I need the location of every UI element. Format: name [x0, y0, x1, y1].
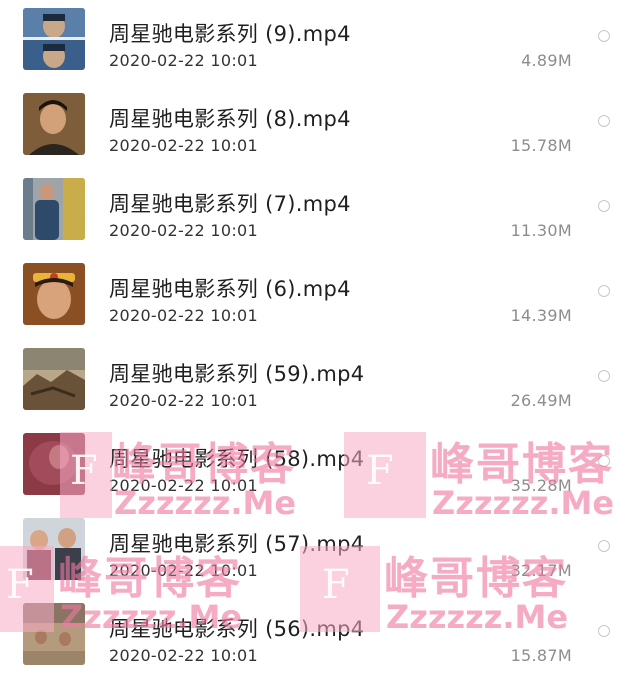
thumbnail-ruins-landscape-icon [23, 348, 85, 410]
file-name: 周星驰电影系列 (57).mp4 [109, 532, 365, 556]
select-radio[interactable] [598, 285, 610, 297]
file-name: 周星驰电影系列 (56).mp4 [109, 617, 365, 641]
select-radio[interactable] [598, 370, 610, 382]
file-size: 14.39M [510, 306, 572, 325]
file-name: 周星驰电影系列 (8).mp4 [109, 107, 351, 131]
file-name: 周星驰电影系列 (7).mp4 [109, 192, 351, 216]
video-thumbnail [23, 603, 85, 665]
select-radio[interactable] [598, 455, 610, 467]
file-size: 35.28M [510, 476, 572, 495]
file-date: 2020-02-22 10:01 [109, 51, 258, 70]
file-date: 2020-02-22 10:01 [109, 391, 258, 410]
file-row[interactable]: 周星驰电影系列 (56).mp4 2020-02-22 10:01 15.87M [0, 595, 640, 680]
file-size: 11.30M [510, 221, 572, 240]
file-name: 周星驰电影系列 (6).mp4 [109, 277, 351, 301]
select-radio[interactable] [598, 200, 610, 212]
file-date: 2020-02-22 10:01 [109, 646, 258, 665]
file-date: 2020-02-22 10:01 [109, 136, 258, 155]
video-thumbnail [23, 518, 85, 580]
file-row[interactable]: 周星驰电影系列 (6).mp4 2020-02-22 10:01 14.39M [0, 255, 640, 340]
video-thumbnail [23, 263, 85, 325]
file-date: 2020-02-22 10:01 [109, 221, 258, 240]
video-thumbnail [23, 8, 85, 70]
thumbnail-monkey-king-headband-icon [23, 263, 85, 325]
file-size: 15.78M [510, 136, 572, 155]
select-radio[interactable] [598, 30, 610, 42]
file-list: 周星驰电影系列 (9).mp4 2020-02-22 10:01 4.89M 周… [0, 0, 640, 673]
file-name: 周星驰电影系列 (9).mp4 [109, 22, 351, 46]
file-row[interactable]: 周星驰电影系列 (7).mp4 2020-02-22 10:01 11.30M [0, 170, 640, 255]
file-size: 4.89M [521, 51, 572, 70]
file-date: 2020-02-22 10:01 [109, 306, 258, 325]
video-thumbnail [23, 433, 85, 495]
file-date: 2020-02-22 10:01 [109, 476, 258, 495]
video-thumbnail [23, 178, 85, 240]
file-row[interactable]: 周星驰电影系列 (58).mp4 2020-02-22 10:01 35.28M [0, 425, 640, 510]
file-row[interactable]: 周星驰电影系列 (9).mp4 2020-02-22 10:01 4.89M [0, 0, 640, 85]
file-size: 15.87M [510, 646, 572, 665]
file-name: 周星驰电影系列 (58).mp4 [109, 447, 365, 471]
file-name: 周星驰电影系列 (59).mp4 [109, 362, 365, 386]
thumbnail-pair-of-faces-icon [23, 8, 85, 70]
select-radio[interactable] [598, 115, 610, 127]
thumbnail-man-portrait-icon [23, 93, 85, 155]
file-row[interactable]: 周星驰电影系列 (59).mp4 2020-02-22 10:01 26.49M [0, 340, 640, 425]
file-size: 26.49M [510, 391, 572, 410]
thumbnail-group-of-people-icon [23, 518, 85, 580]
thumbnail-street-scene-icon [23, 603, 85, 665]
video-thumbnail [23, 93, 85, 155]
select-radio[interactable] [598, 625, 610, 637]
video-thumbnail [23, 348, 85, 410]
file-size: 32.17M [510, 561, 572, 580]
file-row[interactable]: 周星驰电影系列 (57).mp4 2020-02-22 10:01 32.17M [0, 510, 640, 595]
select-radio[interactable] [598, 540, 610, 552]
file-date: 2020-02-22 10:01 [109, 561, 258, 580]
thumbnail-standing-man-icon [23, 178, 85, 240]
file-row[interactable]: 周星驰电影系列 (8).mp4 2020-02-22 10:01 15.78M [0, 85, 640, 170]
thumbnail-red-scene-icon [23, 433, 85, 495]
